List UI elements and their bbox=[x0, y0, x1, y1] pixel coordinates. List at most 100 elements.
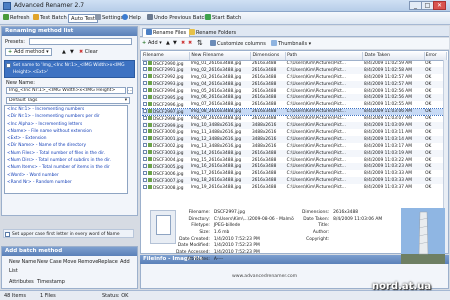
file-table-header: Filename New Filename Dimensions Path Da… bbox=[142, 52, 448, 61]
table-row[interactable]: DSCF3002.jpg Img_13_3488x2616.jpg 3488x261… bbox=[142, 143, 447, 150]
table-row[interactable]: DSCF2992.jpg Img_03_2616x3488.jpg 2616x348… bbox=[142, 74, 447, 81]
help-icon bbox=[122, 14, 128, 20]
row-checkbox[interactable] bbox=[143, 184, 147, 189]
row-checkbox[interactable] bbox=[143, 150, 147, 155]
table-row[interactable]: DSCF2991.jpg Img_02_2616x3488.jpg 2616x348… bbox=[142, 66, 447, 74]
row-checkbox[interactable] bbox=[143, 122, 147, 127]
move-down-icon[interactable]: ▼ bbox=[70, 49, 74, 55]
add-files-button[interactable]: + Add ▾ bbox=[142, 40, 162, 46]
clear-files-icon[interactable]: ✖ bbox=[188, 40, 192, 46]
method-item-set-name[interactable]: Set name to 'Img_<Inc Nr:1>_<IMG Width>x… bbox=[4, 60, 135, 78]
table-row[interactable]: DSCF2990.jpg Img_01_2616x3488.jpg 2616x348… bbox=[142, 60, 447, 67]
row-checkbox[interactable] bbox=[143, 115, 147, 120]
move-down-files-icon[interactable]: ▼ bbox=[173, 40, 177, 46]
row-checkbox[interactable] bbox=[143, 101, 147, 106]
row-checkbox[interactable] bbox=[143, 74, 147, 79]
start-batch-button[interactable]: Start Batch bbox=[205, 14, 241, 23]
table-row[interactable]: DSCF2996.jpg Img_07_2616x3488.jpg 2616x348… bbox=[142, 101, 447, 108]
tag-item[interactable]: <Dir Nr:1> - Incrementing numbers per di… bbox=[5, 113, 127, 120]
tag-item[interactable]: <Rand Nr> - Random number bbox=[5, 179, 127, 186]
tag-item[interactable]: <Num Items> - Total number of items in t… bbox=[5, 164, 127, 171]
batch-new-case[interactable]: New Case bbox=[37, 259, 62, 265]
table-row[interactable]: DSCF2993.jpg Img_04_2616x3488.jpg 2616x348… bbox=[142, 80, 447, 88]
clear-button[interactable]: ✖ Clear bbox=[79, 49, 98, 55]
col-new-filename[interactable]: New Filename bbox=[189, 52, 252, 61]
batch-replace[interactable]: Replace bbox=[98, 259, 118, 265]
tag-item[interactable]: <Inc Nr:1> - Incrementing numbers bbox=[5, 106, 127, 113]
table-row[interactable]: DSCF3004.jpg Img_15_2616x3488.jpg 2616x348… bbox=[142, 157, 447, 164]
batch-attributes[interactable]: Attributes bbox=[9, 279, 34, 285]
tag-item[interactable]: <Inc Alpha> - Incrementing letters bbox=[5, 121, 127, 128]
row-checkbox[interactable] bbox=[143, 143, 147, 148]
row-checkbox[interactable] bbox=[143, 157, 147, 162]
customize-columns-button[interactable]: Customize columns bbox=[210, 40, 266, 47]
tag-browse-button[interactable]: … bbox=[127, 87, 133, 94]
test-batch-button[interactable]: Test Batch bbox=[33, 14, 67, 23]
remove-files-icon[interactable]: ✖ bbox=[181, 40, 185, 46]
table-row[interactable]: DSCF2995.jpg Img_06_2616x3488.jpg 2616x348… bbox=[142, 94, 447, 102]
tag-item[interactable]: <Ext> - Extension bbox=[5, 135, 127, 142]
add-batch-method-panel: Add batch method New Name New Case Move … bbox=[1, 246, 138, 289]
row-checkbox[interactable] bbox=[143, 67, 147, 72]
table-row[interactable]: DSCF3006.jpg Img_17_2616x3488.jpg 2616x348… bbox=[142, 170, 447, 177]
row-checkbox[interactable] bbox=[143, 170, 147, 175]
settings-button[interactable]: Settings bbox=[95, 14, 123, 23]
method-checkbox[interactable] bbox=[5, 232, 10, 237]
move-up-files-icon[interactable]: ▲ bbox=[166, 40, 170, 46]
row-checkbox[interactable] bbox=[143, 136, 147, 141]
row-checkbox[interactable] bbox=[143, 109, 147, 113]
method-item-upper-case[interactable]: Set upper case first letter in every wor… bbox=[3, 229, 134, 238]
help-button[interactable]: Help bbox=[122, 14, 141, 23]
row-checkbox[interactable] bbox=[143, 163, 147, 168]
tag-item[interactable]: <Num Dirs> - Total number of subdirs in … bbox=[5, 157, 127, 164]
row-checkbox[interactable] bbox=[143, 60, 147, 65]
row-checkbox[interactable] bbox=[143, 81, 147, 86]
col-filename[interactable]: Filename bbox=[142, 52, 191, 61]
thumbnails-button[interactable]: Thumbnails ▾ bbox=[271, 40, 311, 47]
tab-rename-folders[interactable]: Rename Folders bbox=[186, 29, 239, 37]
batch-timestamp[interactable]: Timestamp bbox=[37, 279, 65, 285]
auto-test-toggle[interactable]: Auto Test bbox=[68, 14, 98, 23]
row-checkbox[interactable] bbox=[143, 88, 147, 92]
table-row[interactable]: DSCF3003.jpg Img_14_2616x3488.jpg 2616x348… bbox=[142, 149, 447, 157]
col-date-taken[interactable]: Date Taken bbox=[362, 52, 425, 61]
col-error[interactable]: Error bbox=[424, 52, 448, 61]
batch-new-name[interactable]: New Name bbox=[9, 259, 36, 265]
cell-text: Img_19_2616x3488.jpg bbox=[190, 185, 242, 191]
table-row[interactable]: DSCF2998.jpg Img_09_2616x3488.jpg 2616x348… bbox=[142, 115, 447, 122]
table-row[interactable]: DSCF3007.jpg Img_18_2616x3488.jpg 2616x348… bbox=[142, 177, 447, 185]
sort-icon[interactable]: ⇅ bbox=[197, 39, 203, 47]
table-row[interactable]: DSCF2999.jpg Img_10_3488x2616.jpg 3488x261… bbox=[142, 122, 447, 130]
move-up-icon[interactable]: ▲ bbox=[62, 49, 66, 55]
row-checkbox[interactable] bbox=[143, 94, 147, 99]
batch-list[interactable]: List bbox=[9, 268, 18, 274]
new-name-input[interactable]: Img_<Inc Nr:1>_<IMG Width>x<IMG Height> bbox=[6, 87, 126, 94]
tag-item[interactable]: <Num Files> - Total number of files in t… bbox=[5, 150, 127, 157]
table-row[interactable]: DSCF3000.jpg Img_11_3488x2616.jpg 3488x261… bbox=[142, 129, 447, 136]
tags-dropdown[interactable]: Default Tags ▾ bbox=[6, 97, 130, 104]
website-link[interactable]: www.advancedrenamer.com bbox=[232, 274, 297, 279]
tag-item[interactable]: <Word> - Word number bbox=[5, 172, 127, 179]
close-button[interactable]: ✕ bbox=[433, 1, 446, 10]
table-row[interactable]: DSCF3005.jpg Img_16_2616x3488.jpg 2616x348… bbox=[142, 163, 447, 171]
tab-rename-files[interactable]: Rename Files bbox=[142, 28, 191, 37]
batch-move[interactable]: Move bbox=[63, 259, 76, 265]
tag-item[interactable]: <Name> - File name without extension bbox=[5, 128, 127, 135]
add-method-button[interactable]: + Add method ▾ bbox=[5, 48, 52, 56]
presets-dropdown[interactable] bbox=[29, 38, 132, 45]
table-cell: 2616x3488 bbox=[250, 177, 286, 185]
col-path[interactable]: Path bbox=[285, 52, 364, 61]
batch-remove[interactable]: Remove bbox=[78, 259, 98, 265]
undo-batch-button[interactable]: Undo Previous Batch bbox=[147, 14, 208, 23]
table-row[interactable]: DSCF2997.jpg Img_08_2616x3488.jpg 2616x348… bbox=[142, 107, 447, 116]
table-row[interactable]: DSCF2994.jpg Img_05_2616x3488.jpg 2616x348… bbox=[142, 88, 447, 95]
batch-add[interactable]: Add bbox=[120, 259, 130, 265]
col-dimensions[interactable]: Dimensions bbox=[250, 52, 287, 61]
tag-item[interactable]: <Dir Name> - Name of the directory bbox=[5, 142, 127, 149]
table-row[interactable]: DSCF3001.jpg Img_12_3488x2616.jpg 3488x261… bbox=[142, 135, 447, 143]
row-checkbox[interactable] bbox=[143, 129, 147, 134]
table-row[interactable]: DSCF3008.jpg Img_19_2616x3488.jpg 2616x348… bbox=[142, 184, 447, 191]
refresh-button[interactable]: Refresh bbox=[3, 14, 30, 23]
row-checkbox[interactable] bbox=[143, 177, 147, 182]
method-checkbox[interactable] bbox=[6, 63, 11, 68]
